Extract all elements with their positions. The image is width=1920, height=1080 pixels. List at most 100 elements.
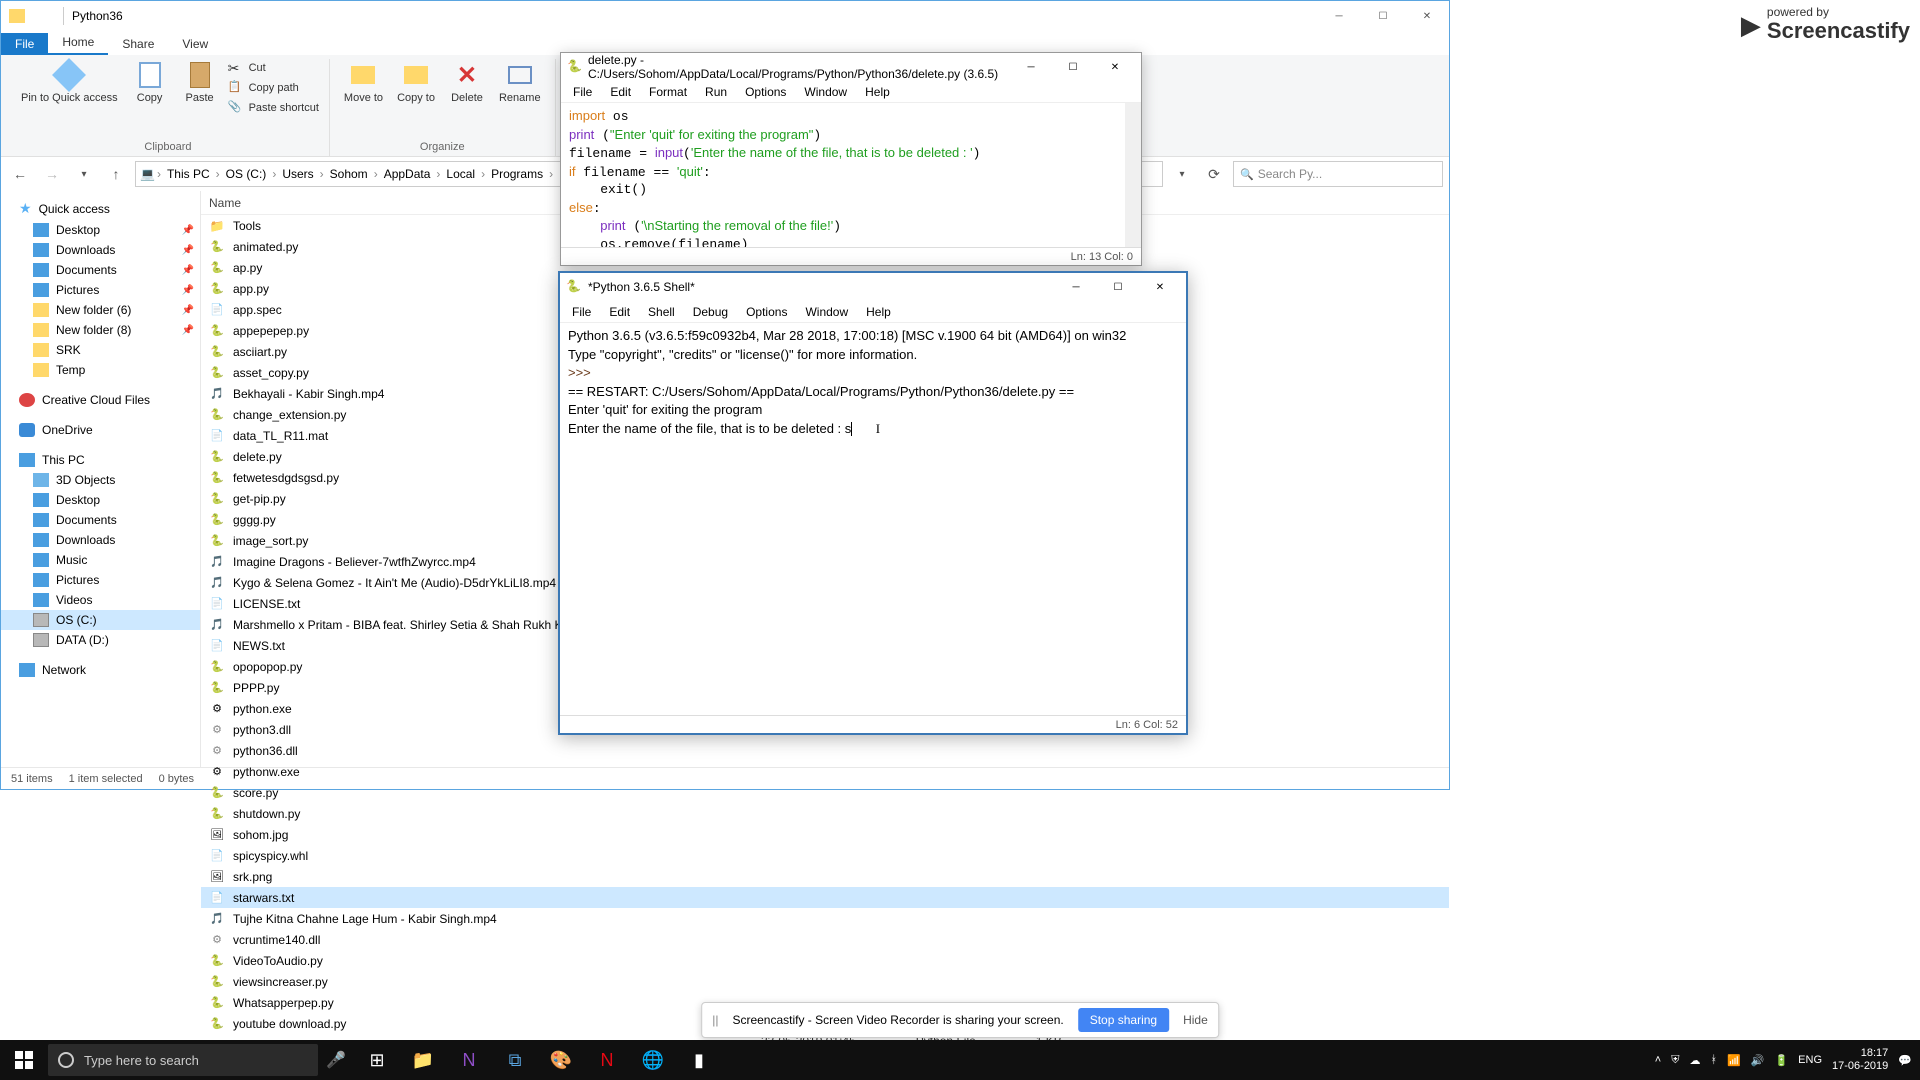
hide-button[interactable]: Hide (1183, 1013, 1208, 1027)
nav-3d-objects[interactable]: 3D Objects (1, 470, 200, 490)
nav-this-pc[interactable]: This PC (1, 450, 200, 470)
menu-shell[interactable]: Shell (640, 303, 683, 321)
nav-documents2[interactable]: Documents (1, 510, 200, 530)
file-row[interactable]: sohom.jpg (201, 824, 1449, 845)
menu-options[interactable]: Options (738, 303, 795, 321)
explorer-titlebar[interactable]: Python36 ─ ☐ ✕ (1, 1, 1449, 31)
copy-button[interactable]: Copy (128, 59, 172, 106)
nav-srk[interactable]: SRK (1, 340, 200, 360)
qat-item[interactable] (35, 6, 55, 26)
nav-desktop[interactable]: Desktop📌 (1, 220, 200, 240)
taskbar-search[interactable]: Type here to search (48, 1044, 318, 1076)
nav-temp[interactable]: Temp (1, 360, 200, 380)
nav-desktop2[interactable]: Desktop (1, 490, 200, 510)
file-row[interactable]: shutdown.py (201, 803, 1449, 824)
nav-network[interactable]: Network (1, 660, 200, 680)
copy-path-button[interactable]: 📋Copy path (228, 79, 319, 97)
menu-format[interactable]: Format (641, 83, 695, 101)
nav-creative-cloud[interactable]: Creative Cloud Files (1, 390, 200, 410)
tray-bluetooth-icon[interactable]: ᚼ (1710, 1054, 1717, 1066)
search-input[interactable]: Search Py... (1233, 161, 1443, 187)
tray-clock[interactable]: 18:17 17-06-2019 (1832, 1047, 1888, 1073)
file-row[interactable]: vcruntime140.dll (201, 929, 1449, 950)
maximize-button[interactable]: ☐ (1098, 275, 1138, 299)
paste-shortcut-button[interactable]: 📎Paste shortcut (228, 99, 319, 117)
menu-options[interactable]: Options (737, 83, 794, 101)
menu-window[interactable]: Window (797, 303, 856, 321)
nav-videos[interactable]: Videos (1, 590, 200, 610)
minimize-button[interactable]: ─ (1056, 275, 1096, 299)
nav-pictures[interactable]: Pictures📌 (1, 280, 200, 300)
menu-debug[interactable]: Debug (685, 303, 736, 321)
scrollbar[interactable] (1125, 103, 1141, 247)
mic-icon[interactable]: 🎤 (318, 1050, 354, 1070)
nav-documents[interactable]: Documents📌 (1, 260, 200, 280)
close-button[interactable]: ✕ (1095, 55, 1135, 79)
start-button[interactable] (0, 1040, 48, 1080)
menu-file[interactable]: File (564, 303, 599, 321)
close-button[interactable]: ✕ (1405, 1, 1449, 31)
menu-edit[interactable]: Edit (602, 83, 639, 101)
tray-volume-icon[interactable]: 🔊 (1751, 1054, 1765, 1067)
menu-help[interactable]: Help (857, 83, 898, 101)
file-row[interactable]: python36.dll (201, 740, 1449, 761)
nav-pictures2[interactable]: Pictures (1, 570, 200, 590)
stop-sharing-button[interactable]: Stop sharing (1078, 1008, 1169, 1032)
maximize-button[interactable]: ☐ (1053, 55, 1093, 79)
dropdown-button[interactable]: ▾ (1169, 161, 1195, 187)
forward-button[interactable]: → (39, 161, 65, 187)
onenote-icon[interactable]: N (446, 1040, 492, 1080)
nav-onedrive[interactable]: OneDrive (1, 420, 200, 440)
minimize-button[interactable]: ─ (1317, 1, 1361, 31)
task-view-icon[interactable]: ⊞ (354, 1040, 400, 1080)
paste-button[interactable]: Paste (178, 59, 222, 106)
nav-newfolder6[interactable]: New folder (6)📌 (1, 300, 200, 320)
delete-button[interactable]: ✕Delete (445, 59, 489, 106)
file-row[interactable]: Tujhe Kitna Chahne Lage Hum - Kabir Sing… (201, 908, 1449, 929)
tray-security-icon[interactable]: ⛨ (1671, 1054, 1679, 1067)
netflix-icon[interactable]: N (584, 1040, 630, 1080)
nav-downloads2[interactable]: Downloads (1, 530, 200, 550)
cmd-icon[interactable]: ▮ (676, 1040, 722, 1080)
nav-downloads[interactable]: Downloads📌 (1, 240, 200, 260)
close-button[interactable]: ✕ (1140, 275, 1180, 299)
minimize-button[interactable]: ─ (1011, 55, 1051, 79)
tab-view[interactable]: View (168, 33, 222, 55)
paint-icon[interactable]: 🎨 (538, 1040, 584, 1080)
menu-edit[interactable]: Edit (601, 303, 638, 321)
move-to-button[interactable]: Move to (340, 59, 387, 106)
nav-quick-access[interactable]: ★Quick access (1, 197, 200, 220)
file-row[interactable]: spicyspicy.whl (201, 845, 1449, 866)
refresh-button[interactable]: ⟳ (1201, 161, 1227, 187)
tray-wifi-icon[interactable]: 📶 (1727, 1054, 1741, 1067)
nav-newfolder8[interactable]: New folder (8)📌 (1, 320, 200, 340)
code-editor[interactable]: import os print ("Enter 'quit' for exiti… (561, 103, 1141, 247)
file-row[interactable]: VideoToAudio.py (201, 950, 1449, 971)
tray-up-icon[interactable]: ˄ (1655, 1054, 1661, 1066)
file-row[interactable]: viewsincreaser.py (201, 971, 1449, 992)
menu-run[interactable]: Run (697, 83, 735, 101)
nav-os-c[interactable]: OS (C:) (1, 610, 200, 630)
menu-help[interactable]: Help (858, 303, 899, 321)
chrome-icon[interactable]: 🌐 (630, 1040, 676, 1080)
maximize-button[interactable]: ☐ (1361, 1, 1405, 31)
tray-battery-icon[interactable]: 🔋 (1774, 1054, 1788, 1067)
file-row[interactable]: srk.png (201, 866, 1449, 887)
cut-button[interactable]: ✂Cut (228, 59, 319, 77)
nav-data-d[interactable]: DATA (D:) (1, 630, 200, 650)
tray-notifications-icon[interactable]: 💬 (1898, 1054, 1912, 1067)
vscode-icon[interactable]: ⧉ (492, 1040, 538, 1080)
tab-share[interactable]: Share (108, 33, 168, 55)
idle-editor-titlebar[interactable]: delete.py - C:/Users/Sohom/AppData/Local… (561, 53, 1141, 81)
back-button[interactable]: ← (7, 161, 33, 187)
tab-file[interactable]: File (1, 33, 48, 55)
tray-cloud-icon[interactable]: ☁ (1689, 1054, 1700, 1067)
file-row[interactable]: score.py (201, 782, 1449, 803)
up-button[interactable]: ↑ (103, 161, 129, 187)
recent-button[interactable]: ▾ (71, 161, 97, 187)
file-row[interactable]: pythonw.exe (201, 761, 1449, 782)
tray-language[interactable]: ENG (1798, 1054, 1822, 1066)
file-row[interactable]: starwars.txt (201, 887, 1449, 908)
menu-window[interactable]: Window (796, 83, 855, 101)
copy-to-button[interactable]: Copy to (393, 59, 439, 106)
